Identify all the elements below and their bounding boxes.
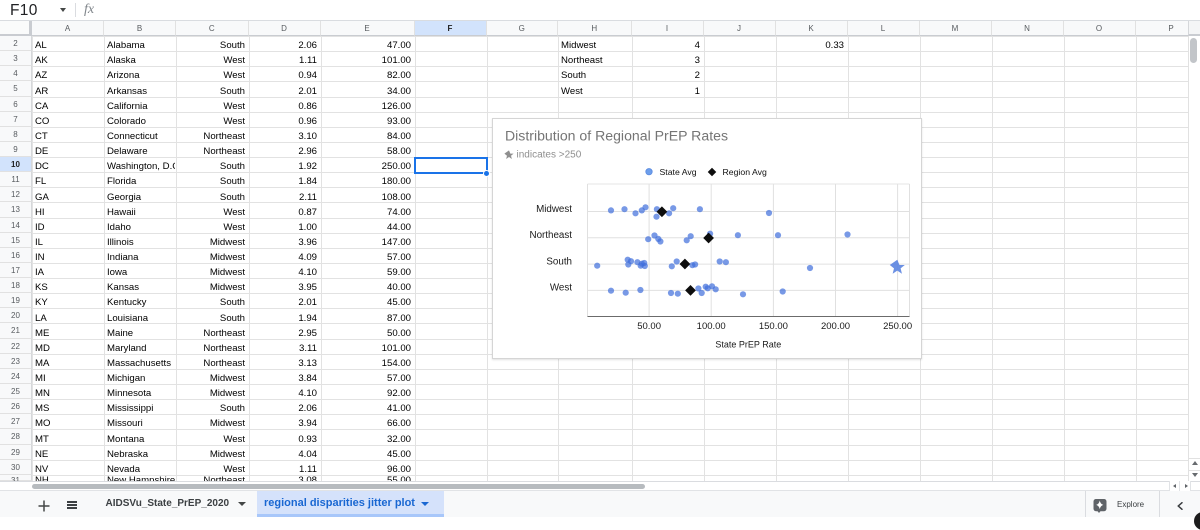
svg-text:250.00: 250.00 xyxy=(883,321,912,332)
svg-text:Northeast: Northeast xyxy=(530,230,573,241)
svg-text:150.00: 150.00 xyxy=(759,321,788,332)
svg-text:Distribution of Regional PrEP: Distribution of Regional PrEP Rates xyxy=(505,128,728,144)
svg-text:West: West xyxy=(550,283,572,294)
svg-text:indicates >250: indicates >250 xyxy=(517,150,582,161)
svg-text:State PrEP Rate: State PrEP Rate xyxy=(715,340,781,350)
svg-text:Region Avg: Region Avg xyxy=(723,167,767,177)
svg-text:100.00: 100.00 xyxy=(697,321,726,332)
svg-text:State Avg: State Avg xyxy=(660,167,697,177)
svg-text:Midwest: Midwest xyxy=(536,204,572,215)
svg-text:200.00: 200.00 xyxy=(821,321,850,332)
svg-text:South: South xyxy=(546,256,572,267)
svg-text:50.00: 50.00 xyxy=(637,321,661,332)
